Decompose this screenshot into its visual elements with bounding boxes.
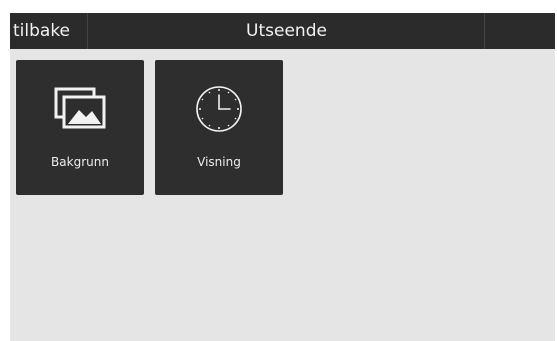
top-bar-right-slot bbox=[484, 13, 555, 49]
back-button[interactable]: tilbake bbox=[10, 13, 88, 49]
tile-visning[interactable]: Visning bbox=[155, 60, 283, 195]
pictures-icon bbox=[54, 87, 106, 129]
top-bar: tilbake Utseende bbox=[10, 13, 555, 49]
tile-visning-label: Visning bbox=[197, 155, 241, 169]
appearance-screen: tilbake Utseende Bakgrunn Visning bbox=[10, 13, 555, 341]
tile-bakgrunn-label: Bakgrunn bbox=[51, 155, 109, 169]
tile-bakgrunn[interactable]: Bakgrunn bbox=[16, 60, 144, 195]
clock-icon bbox=[196, 86, 242, 132]
page-title: Utseende bbox=[246, 21, 327, 41]
